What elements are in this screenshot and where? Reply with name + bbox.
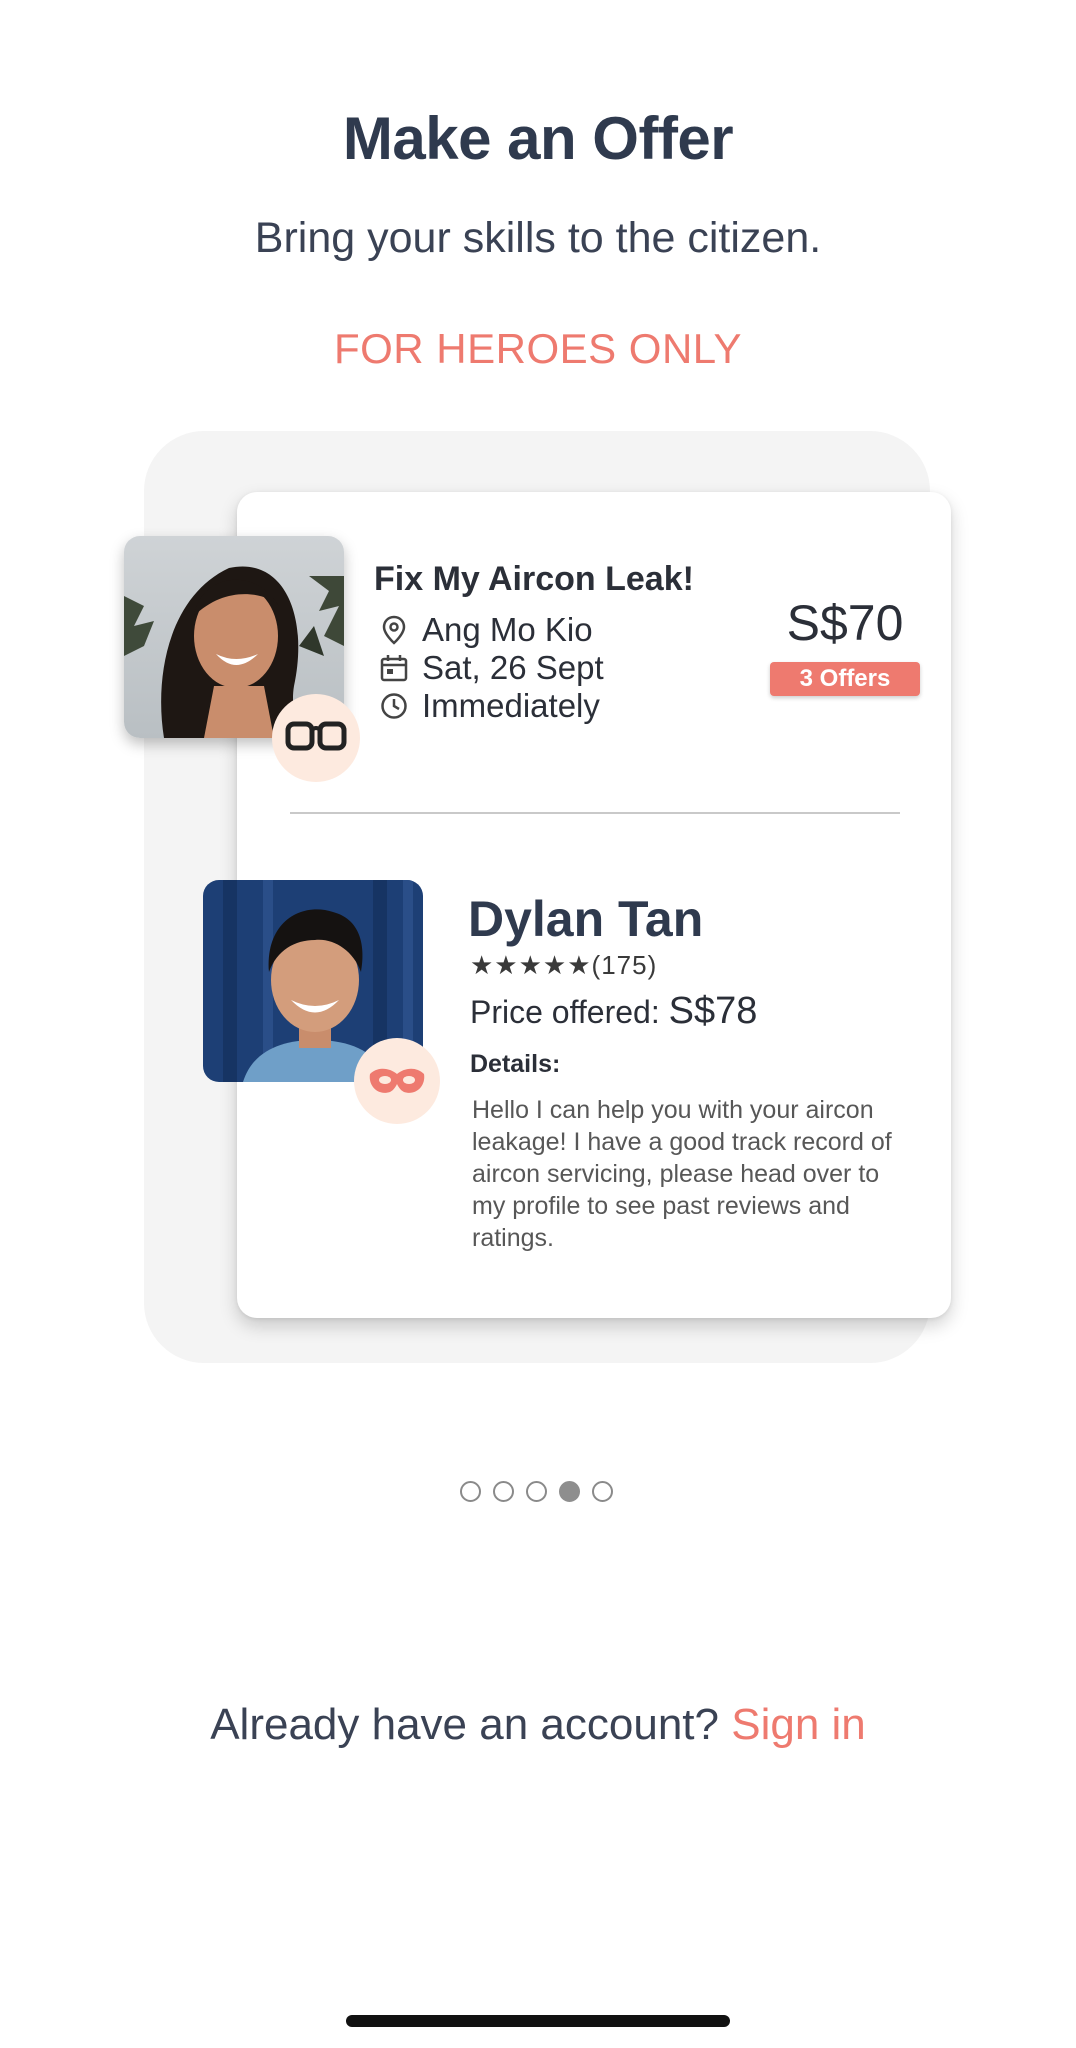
hero-badge [354,1038,440,1124]
page-dot[interactable] [526,1481,547,1502]
price-offered-label: Price offered: [470,994,660,1030]
job-date: Sat, 26 Sept [422,649,604,686]
details-label: Details: [470,1050,561,1078]
home-indicator [346,2015,730,2027]
page-subtitle: Bring your skills to the citizen. [254,214,822,262]
job-timing: Immediately [422,687,600,724]
price-offered-value: S$78 [668,990,758,1032]
offers-count-badge: 3 Offers [770,662,920,696]
job-title: Fix My Aircon Leak! [374,560,694,598]
hero-mask-icon [369,1068,425,1093]
location-pin-icon [378,614,410,646]
job-location-row: Ang Mo Kio [378,611,593,649]
page-dot[interactable] [460,1481,481,1502]
job-timing-row: Immediately [378,687,600,725]
page-title: Make an Offer [342,105,734,172]
rating-stars: ★★★★★ [470,950,592,980]
page-dot[interactable] [493,1481,514,1502]
divider [290,812,900,814]
page-indicator[interactable] [460,1481,613,1502]
job-price: S$70 [786,595,904,651]
clock-icon [378,690,410,722]
calendar-icon [378,652,410,684]
glasses-icon [285,721,347,751]
hero-name: Dylan Tan [468,891,704,947]
job-location: Ang Mo Kio [422,611,593,648]
price-offered-row: Price offered: S$78 [470,990,757,1033]
page-dot[interactable] [592,1481,613,1502]
tagline: FOR HEROES ONLY [333,325,743,372]
signin-prompt-text: Already have an account? [210,1700,719,1749]
signin-link[interactable]: Sign in [731,1700,866,1749]
page-dot[interactable] [559,1481,580,1502]
job-date-row: Sat, 26 Sept [378,649,604,687]
hero-rating: ★★★★★(175) [470,950,657,981]
requester-badge [272,694,360,782]
signin-prompt: Already have an account? Sign in [0,1700,1076,1750]
details-text: Hello I can help you with your aircon le… [472,1096,892,1252]
review-count: (175) [591,950,658,980]
